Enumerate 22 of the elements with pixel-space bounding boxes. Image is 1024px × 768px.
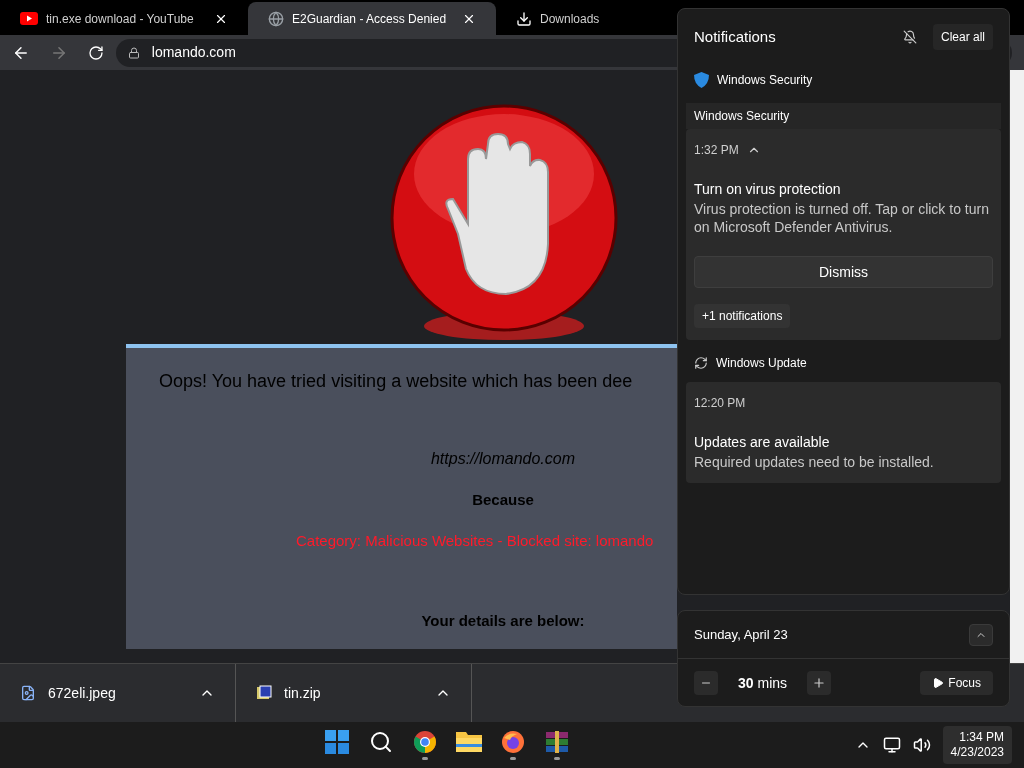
notification-body: Virus protection is turned off. Tap or click to turn on Microsoft Defender Antivirus. bbox=[694, 200, 990, 236]
tab-title: Downloads bbox=[540, 10, 601, 28]
tab-title: E2Guardian - Access Denied bbox=[292, 10, 448, 28]
block-reason: Category: Malicious Websites - Blocked site: lomando bbox=[296, 530, 654, 551]
notification-title: Turn on virus protection bbox=[694, 180, 842, 199]
details-heading: Your details are below: bbox=[421, 611, 585, 631]
focus-duration: 30 mins bbox=[738, 673, 788, 693]
app-name: Windows Update bbox=[716, 355, 807, 372]
notification-title: Updates are available bbox=[694, 433, 831, 452]
tab-title: tin.exe download - YouTube bbox=[46, 10, 195, 28]
blocked-url: https://lomando.com bbox=[430, 449, 576, 469]
group-header: Windows Security bbox=[686, 103, 1001, 129]
notification-time: 12:20 PM bbox=[694, 395, 746, 412]
calendar-date: Sunday, April 23 bbox=[694, 625, 789, 644]
app-name: Windows Security bbox=[717, 72, 813, 89]
address-text: lomando.com bbox=[151, 43, 236, 62]
because-label: Because bbox=[472, 490, 534, 510]
download-filename: 672eli.jpeg bbox=[48, 683, 117, 703]
notification-time: 1:32 PM bbox=[694, 142, 739, 159]
download-filename: tin.zip bbox=[284, 683, 322, 703]
blocked-heading: Oops! You have tried visiting a website which has been dee bbox=[158, 370, 634, 393]
notification-body: Required updates need to be installed. bbox=[694, 453, 935, 471]
